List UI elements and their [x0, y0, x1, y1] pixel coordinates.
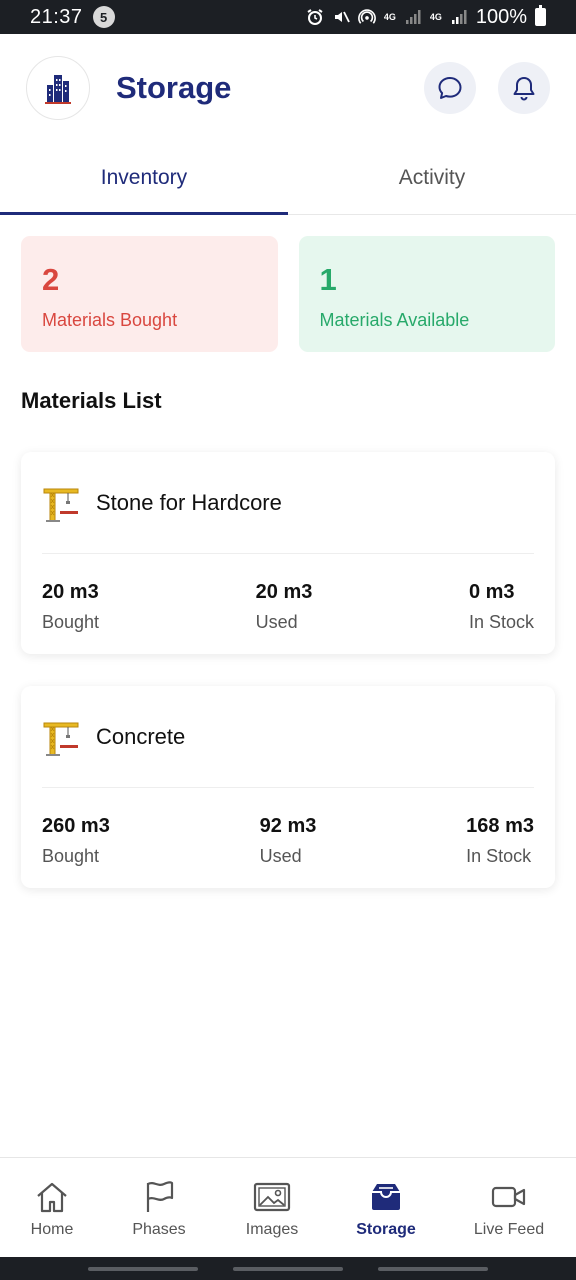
- nav-images[interactable]: Images: [214, 1158, 330, 1257]
- nav-live-feed[interactable]: Live Feed: [442, 1158, 576, 1257]
- nav-phases-label: Phases: [132, 1220, 186, 1238]
- materials-available-card: 1 Materials Available: [298, 236, 555, 352]
- material-name: Stone for Hardcore: [96, 489, 282, 515]
- in-stock-label: In Stock: [468, 612, 534, 632]
- image-icon: [253, 1177, 291, 1217]
- tab-activity[interactable]: Activity: [288, 142, 576, 214]
- battery-percent: 100%: [475, 5, 527, 28]
- network-type-2: 4G: [429, 11, 442, 22]
- video-icon: [491, 1177, 527, 1217]
- system-gesture-bar: [0, 1257, 576, 1280]
- nav-images-label: Images: [245, 1220, 299, 1238]
- material-stats: 20 m3 Bought 20 m3 Used 0 m3 In Stock: [21, 554, 555, 633]
- materials-bought-card: 2 Materials Bought: [21, 236, 278, 352]
- alarm-icon: [306, 8, 324, 26]
- battery-icon: [535, 5, 546, 26]
- flag-icon: [143, 1177, 175, 1217]
- bought-label: Bought: [42, 612, 100, 632]
- notification-count-badge: 5: [92, 6, 115, 28]
- status-icons: 4G 4G 100%: [306, 5, 546, 29]
- tab-bar: Inventory Activity: [0, 142, 576, 215]
- network-type-1: 4G: [383, 11, 396, 22]
- signal-icon: [404, 8, 422, 26]
- in-stock-stat: 0 m3 In Stock: [469, 581, 534, 633]
- gesture-handle-left[interactable]: [87, 1266, 198, 1271]
- used-stat: 92 m3 Used: [260, 815, 317, 867]
- material-stats: 260 m3 Bought 92 m3 Used 168 m3 In Stock: [21, 788, 555, 867]
- company-logo[interactable]: [26, 56, 90, 120]
- bought-value: 260 m3: [42, 815, 110, 837]
- status-bar: 21:37 5 4G 4G 100%: [0, 0, 576, 34]
- bought-stat: 20 m3 Bought: [42, 581, 99, 633]
- chat-icon: [438, 77, 462, 99]
- hotspot-icon: [357, 8, 376, 26]
- bottom-navigation: Home Phases Images Storage Live Feed: [0, 1157, 576, 1257]
- material-card[interactable]: Concrete 260 m3 Bought 92 m3 Used 168 m3…: [21, 686, 555, 888]
- section-title: Materials List: [21, 388, 162, 413]
- crane-icon: [42, 717, 80, 757]
- bought-value: 20 m3: [42, 581, 99, 603]
- nav-storage[interactable]: Storage: [330, 1158, 442, 1257]
- nav-home[interactable]: Home: [0, 1158, 104, 1257]
- bought-stat: 260 m3 Bought: [42, 815, 110, 867]
- used-stat: 20 m3 Used: [256, 581, 313, 633]
- bought-label: Bought: [42, 846, 100, 866]
- materials-bought-label: Materials Bought: [42, 310, 178, 330]
- material-card-header: Stone for Hardcore: [42, 452, 534, 554]
- gesture-handle-right[interactable]: [378, 1266, 489, 1271]
- materials-available-count: 1: [319, 262, 337, 297]
- mute-icon: [332, 8, 350, 26]
- building-icon: [45, 75, 71, 104]
- in-stock-label: In Stock: [466, 846, 532, 866]
- notifications-button[interactable]: [498, 62, 550, 114]
- home-icon: [34, 1177, 70, 1217]
- nav-live-feed-label: Live Feed: [473, 1220, 545, 1238]
- in-stock-value: 168 m3: [466, 815, 534, 837]
- used-value: 92 m3: [259, 815, 317, 837]
- nav-phases[interactable]: Phases: [104, 1158, 214, 1257]
- signal-icon-2: [450, 8, 468, 26]
- materials-available-label: Materials Available: [319, 310, 470, 330]
- bell-icon: [513, 77, 535, 101]
- app-header: Storage: [0, 34, 576, 142]
- in-stock-value: 0 m3: [468, 581, 515, 603]
- material-card-header: Concrete: [42, 686, 534, 788]
- in-stock-stat: 168 m3 In Stock: [466, 815, 534, 867]
- status-time: 21:37: [30, 5, 83, 28]
- material-name: Concrete: [96, 723, 186, 749]
- crane-icon: [42, 483, 80, 523]
- storage-icon: [369, 1177, 403, 1217]
- gesture-handle-center[interactable]: [232, 1266, 343, 1271]
- summary-cards: 2 Materials Bought 1 Materials Available: [21, 236, 555, 352]
- chat-button[interactable]: [424, 62, 476, 114]
- used-label: Used: [259, 846, 302, 866]
- nav-home-label: Home: [30, 1220, 74, 1238]
- used-value: 20 m3: [255, 581, 313, 603]
- tab-inventory[interactable]: Inventory: [0, 142, 288, 215]
- materials-bought-count: 2: [42, 262, 60, 297]
- nav-storage-label: Storage: [356, 1220, 416, 1238]
- used-label: Used: [255, 612, 298, 632]
- page-title: Storage: [116, 70, 232, 105]
- material-card[interactable]: Stone for Hardcore 20 m3 Bought 20 m3 Us…: [21, 452, 555, 654]
